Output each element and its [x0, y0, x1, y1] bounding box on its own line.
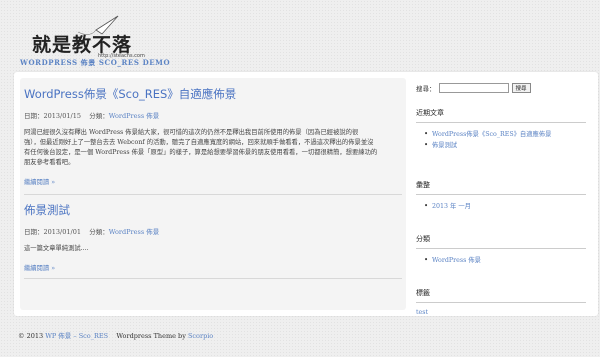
post-meta: 日期：2013/01/01 分類：WordPress 佈景: [24, 226, 402, 236]
post-excerpt: 這一篇文章單純測試....: [24, 244, 402, 254]
search-form: 搜尋： 搜尋: [416, 83, 531, 93]
excerpt-line: 強），但最近剛好上了一整台去去 Webconf 的活動，聽完了自適應寬度的網站，…: [24, 139, 374, 146]
tags-widget: 標籤 test: [416, 288, 586, 316]
site-home-link[interactable]: WP 佈景 – Sco_RES: [45, 332, 108, 340]
site-header: 就是教不落 http://steachs.com WORDPRESS 佈景 SC…: [0, 0, 600, 70]
post-item: WordPress佈景《Sco_RES》自適應佈景 日期：2013/01/15 …: [24, 86, 402, 186]
category-link[interactable]: WordPress 佈景: [416, 255, 586, 266]
categories-widget: 分類 WordPress 佈景: [416, 234, 586, 266]
theme-credit-text: Wordpress Theme by: [116, 332, 186, 340]
category-label: 分類：: [89, 228, 109, 236]
sidebar: 搜尋： 搜尋 近期文章 WordPress佈景《Sco_RES》自適應佈景 佈景…: [414, 78, 592, 316]
date-label: 日期：: [24, 228, 44, 236]
post-category-link[interactable]: WordPress 佈景: [109, 228, 160, 236]
widget-title: 彙整: [416, 180, 586, 195]
archive-link[interactable]: 2013 年 一月: [416, 201, 586, 212]
tag-link[interactable]: test: [416, 309, 586, 316]
post-divider: [24, 278, 402, 279]
recent-posts-widget: 近期文章 WordPress佈景《Sco_RES》自適應佈景 佈景測試: [416, 108, 586, 151]
read-more-link[interactable]: 繼續閱讀 »: [24, 177, 402, 186]
site-footer: © 2013 WP 佈景 – Sco_RES Wordpress Theme b…: [18, 330, 213, 340]
widget-title: 近期文章: [416, 108, 586, 123]
main-container: WordPress佈景《Sco_RES》自適應佈景 日期：2013/01/15 …: [14, 72, 598, 316]
post-title[interactable]: 佈景測試: [24, 202, 402, 218]
search-label: 搜尋：: [416, 85, 436, 93]
post-category-link[interactable]: WordPress 佈景: [109, 112, 160, 120]
excerpt-line: 這一篇文章單純測試....: [24, 245, 89, 252]
archive-widget: 彙整 2013 年 一月: [416, 180, 586, 212]
site-logo[interactable]: 就是教不落 http://steachs.com: [18, 8, 145, 59]
widget-title: 分類: [416, 234, 586, 249]
recent-post-link[interactable]: WordPress佈景《Sco_RES》自適應佈景: [416, 129, 586, 140]
post-title[interactable]: WordPress佈景《Sco_RES》自適應佈景: [24, 86, 402, 102]
post-date: 2013/01/01: [43, 228, 81, 236]
category-label: 分類：: [89, 112, 109, 120]
excerpt-line: 朋友參考看看吧。: [24, 159, 75, 166]
read-more-link[interactable]: 繼續閱讀 »: [24, 263, 402, 272]
post-divider: [24, 194, 402, 195]
post-item: 佈景測試 日期：2013/01/01 分類：WordPress 佈景 這一篇文章…: [24, 202, 402, 272]
post-meta: 日期：2013/01/15 分類：WordPress 佈景: [24, 110, 402, 120]
date-label: 日期：: [24, 112, 44, 120]
post-excerpt: 阿湯已經很久沒有釋出 WordPress 佈景給大家，很可惜的這次的仍然不是釋出…: [24, 128, 402, 168]
post-date: 2013/01/15: [43, 112, 81, 120]
content-area: WordPress佈景《Sco_RES》自適應佈景 日期：2013/01/15 …: [20, 78, 406, 310]
search-input[interactable]: [438, 83, 509, 93]
copyright-text: © 2013: [18, 332, 44, 340]
recent-post-link[interactable]: 佈景測試: [416, 140, 586, 151]
author-link[interactable]: Scorpio: [188, 332, 213, 340]
excerpt-line: 有任何後台設定，是一個 WordPress 佈景「原型」的樣子，算是給想要學習佈…: [24, 149, 378, 156]
site-tagline: WORDPRESS 佈景 SCO_RES DEMO: [20, 58, 171, 67]
search-button[interactable]: 搜尋: [511, 83, 531, 93]
excerpt-line: 阿湯已經很久沒有釋出 WordPress 佈景給大家，很可惜的這次的仍然不是釋出…: [24, 129, 359, 136]
widget-title: 標籤: [416, 288, 586, 303]
